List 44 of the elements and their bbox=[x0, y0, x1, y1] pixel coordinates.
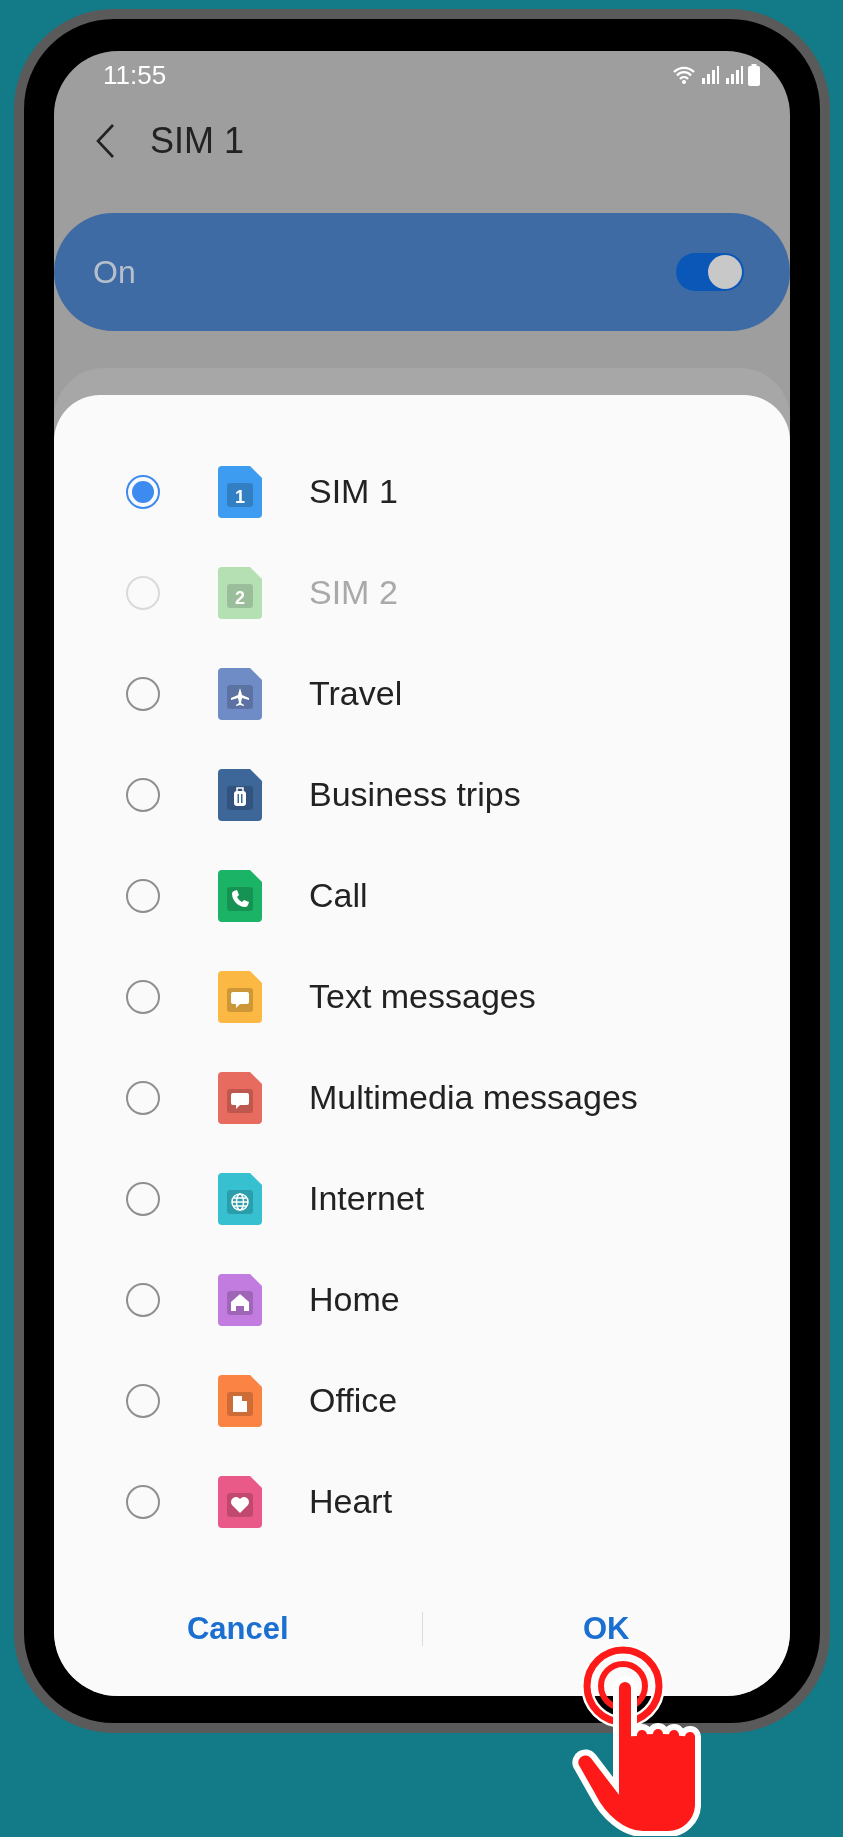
option-label: Text messages bbox=[309, 977, 536, 1016]
radio-button[interactable] bbox=[126, 1383, 160, 1418]
radio-button[interactable] bbox=[126, 878, 160, 913]
signal-icon bbox=[700, 65, 720, 85]
option-row[interactable]: Text messages bbox=[54, 946, 790, 1047]
switch-label: On bbox=[93, 253, 136, 291]
option-row[interactable]: Office bbox=[54, 1350, 790, 1451]
signal-icon bbox=[724, 65, 744, 85]
option-row[interactable]: Home bbox=[54, 1249, 790, 1350]
option-row[interactable]: Business trips bbox=[54, 744, 790, 845]
option-row[interactable]: Heart bbox=[54, 1451, 790, 1552]
option-label: Multimedia messages bbox=[309, 1078, 638, 1117]
option-label: Internet bbox=[309, 1179, 425, 1218]
option-label: Call bbox=[309, 876, 368, 915]
option-row[interactable]: Call bbox=[54, 845, 790, 946]
option-label: Heart bbox=[309, 1482, 393, 1521]
option-row[interactable]: 1 SIM 1 bbox=[54, 441, 790, 542]
radio-button[interactable] bbox=[126, 1181, 160, 1216]
radio-button[interactable] bbox=[126, 474, 160, 509]
toggle-switch[interactable] bbox=[676, 253, 744, 291]
option-row[interactable]: Travel bbox=[54, 643, 790, 744]
status-time: 11:55 bbox=[103, 59, 167, 91]
radio-button[interactable] bbox=[126, 777, 160, 812]
battery-icon bbox=[748, 64, 760, 86]
ok-button[interactable]: OK bbox=[422, 1599, 790, 1659]
option-label: Home bbox=[309, 1280, 400, 1319]
cancel-button[interactable]: Cancel bbox=[54, 1599, 422, 1659]
option-label: Business trips bbox=[309, 775, 521, 814]
option-row[interactable]: Multimedia messages bbox=[54, 1047, 790, 1148]
sim-card-icon: 2 bbox=[218, 566, 262, 619]
page-title: SIM 1 bbox=[150, 120, 245, 162]
option-row[interactable]: Internet bbox=[54, 1148, 790, 1249]
sim-card-icon: 1 bbox=[218, 465, 262, 518]
option-label: SIM 1 bbox=[309, 472, 398, 511]
radio-button[interactable] bbox=[126, 1080, 160, 1115]
radio-button[interactable] bbox=[126, 1282, 160, 1317]
radio-button[interactable] bbox=[126, 1484, 160, 1519]
option-label: Travel bbox=[309, 674, 403, 713]
radio-button[interactable] bbox=[126, 979, 160, 1014]
radio-button[interactable] bbox=[126, 676, 160, 711]
option-label: SIM 2 bbox=[309, 573, 398, 612]
wifi-icon bbox=[672, 65, 696, 85]
option-label: Office bbox=[309, 1381, 398, 1420]
back-icon[interactable] bbox=[94, 123, 116, 159]
